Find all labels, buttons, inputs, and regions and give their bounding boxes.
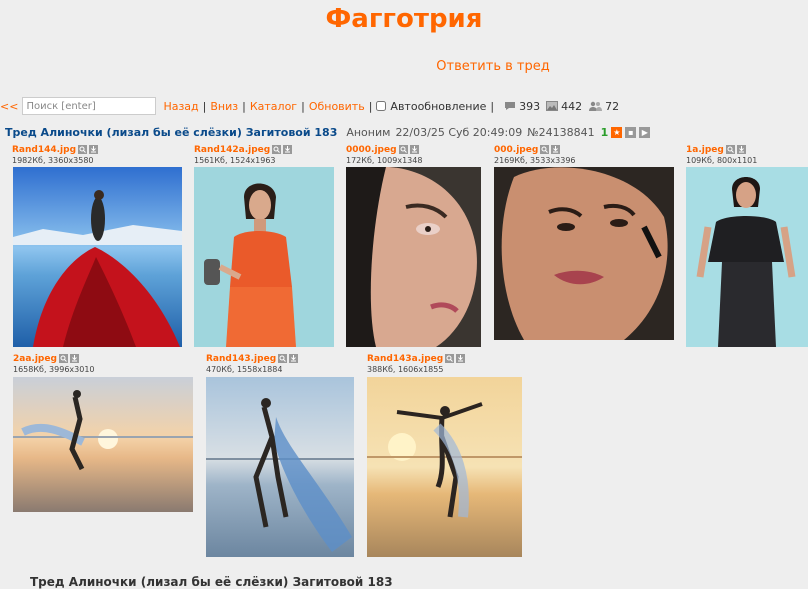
search-icon[interactable] xyxy=(58,354,68,363)
thread-title: Тред Алиночки (лизал бы её слёзки) Загит… xyxy=(5,125,338,139)
separator: | xyxy=(242,99,246,113)
search-icon[interactable] xyxy=(78,145,88,154)
search-icon[interactable] xyxy=(540,145,550,154)
file-attachment: Rand144.jpg 1982Кб, 3360x3580 xyxy=(12,144,99,166)
file-name-link[interactable]: 0000.jpeg xyxy=(346,145,397,155)
file-name-link[interactable]: Rand142a.jpeg xyxy=(194,145,270,155)
search-icon[interactable] xyxy=(398,145,408,154)
file-meta: 109Кб, 800x1101 xyxy=(686,156,758,165)
search-icon[interactable] xyxy=(725,145,735,154)
play-icon[interactable]: ▶ xyxy=(639,126,651,138)
file-attachment: 0000.jpeg 172Кб, 1009x1348 xyxy=(346,144,422,166)
nav-down-link[interactable]: Вниз xyxy=(210,100,238,113)
board-title[interactable]: Фагготрия xyxy=(0,4,808,34)
file-attachment: 000.jpeg 2169Кб, 3533x3396 xyxy=(494,144,576,166)
users-icon xyxy=(589,101,603,111)
posts-stat: 393 xyxy=(504,100,540,113)
file-name-link[interactable]: 2aa.jpeg xyxy=(13,354,57,364)
image-icon xyxy=(546,101,559,111)
file-name-link[interactable]: Rand144.jpg xyxy=(12,145,76,155)
thread-header: Тред Алиночки (лизал бы её слёзки) Загит… xyxy=(5,124,805,140)
post-datetime: 22/03/25 Суб 20:49:09 xyxy=(395,125,523,139)
search-input[interactable] xyxy=(22,97,157,115)
download-icon[interactable] xyxy=(69,354,79,363)
autoupdate-label: Автообновление xyxy=(390,99,487,113)
star-icon[interactable]: ★ xyxy=(611,126,623,138)
images-count: 442 xyxy=(561,99,583,113)
thumbnail-image[interactable] xyxy=(686,167,808,347)
hide-icon[interactable]: ▪ xyxy=(625,126,637,138)
file-name-link[interactable]: Rand143a.jpeg xyxy=(367,354,443,364)
separator: | xyxy=(490,99,495,113)
separator: | xyxy=(202,99,207,113)
download-icon[interactable] xyxy=(89,145,99,154)
file-attachment: 1a.jpeg 109Кб, 800x1101 xyxy=(686,144,757,166)
download-icon[interactable] xyxy=(456,354,466,363)
file-meta: 470Кб, 1558x1884 xyxy=(206,365,283,374)
thread-toolbar: << Назад | Вниз | Каталог | Обновить | А… xyxy=(0,96,808,116)
download-icon[interactable] xyxy=(551,145,561,154)
file-meta: 1982Кб, 3360x3580 xyxy=(12,156,94,165)
thumbnail-image[interactable] xyxy=(13,167,182,347)
thumbnail-image[interactable] xyxy=(346,167,481,347)
users-count: 72 xyxy=(605,99,620,113)
file-meta: 2169Кб, 3533x3396 xyxy=(494,156,576,165)
file-name-link[interactable]: 1a.jpeg xyxy=(686,145,724,155)
file-attachment: 2aa.jpeg 1658Кб, 3996x3010 xyxy=(13,353,95,375)
separator: | xyxy=(368,99,373,113)
file-attachment: Rand142a.jpeg 1561Кб, 1524x1963 xyxy=(194,144,293,166)
nav-back-link[interactable]: Назад xyxy=(163,100,198,113)
nav-catalog-link[interactable]: Каталог xyxy=(250,100,297,113)
file-meta: 388Кб, 1606x1855 xyxy=(367,365,444,374)
search-icon[interactable] xyxy=(278,354,288,363)
search-icon[interactable] xyxy=(272,145,282,154)
download-icon[interactable] xyxy=(409,145,419,154)
back-arrow-link[interactable]: << xyxy=(0,100,18,113)
search-icon[interactable] xyxy=(445,354,455,363)
file-meta: 1561Кб, 1524x1963 xyxy=(194,156,276,165)
post-number[interactable]: №24138841 xyxy=(527,126,594,139)
reply-count[interactable]: 1 xyxy=(601,126,609,139)
thumbnail-image[interactable] xyxy=(13,377,193,512)
users-stat: 72 xyxy=(588,100,619,113)
thumbnail-image[interactable] xyxy=(194,167,334,347)
file-meta: 1658Кб, 3996x3010 xyxy=(13,365,95,374)
download-icon[interactable] xyxy=(289,354,299,363)
nav-refresh-link[interactable]: Обновить xyxy=(309,100,365,113)
file-name-link[interactable]: Rand143.jpeg xyxy=(206,354,276,364)
posts-count: 393 xyxy=(519,99,541,113)
file-meta: 172Кб, 1009x1348 xyxy=(346,156,423,165)
images-stat: 442 xyxy=(546,100,582,113)
reply-in-thread-link[interactable]: Ответить в тред xyxy=(0,59,808,74)
file-name-link[interactable]: 000.jpeg xyxy=(494,145,538,155)
separator: | xyxy=(301,99,305,113)
download-icon[interactable] xyxy=(283,145,293,154)
autoupdate-toggle[interactable]: Автообновление xyxy=(376,100,486,113)
file-attachment: Rand143a.jpeg 388Кб, 1606x1855 xyxy=(367,353,466,375)
thumbnail-image[interactable] xyxy=(367,377,522,557)
download-icon[interactable] xyxy=(736,145,746,154)
file-attachment: Rand143.jpeg 470Кб, 1558x1884 xyxy=(206,353,299,375)
thumbnail-image[interactable] xyxy=(206,377,354,557)
thumbnail-image[interactable] xyxy=(494,167,674,340)
bottom-thread-title: Тред Алиночки (лизал бы её слёзки) Загит… xyxy=(30,575,393,589)
autoupdate-checkbox[interactable] xyxy=(376,101,387,111)
speech-bubble-icon xyxy=(505,102,516,110)
post-author: Аноним xyxy=(346,125,391,139)
